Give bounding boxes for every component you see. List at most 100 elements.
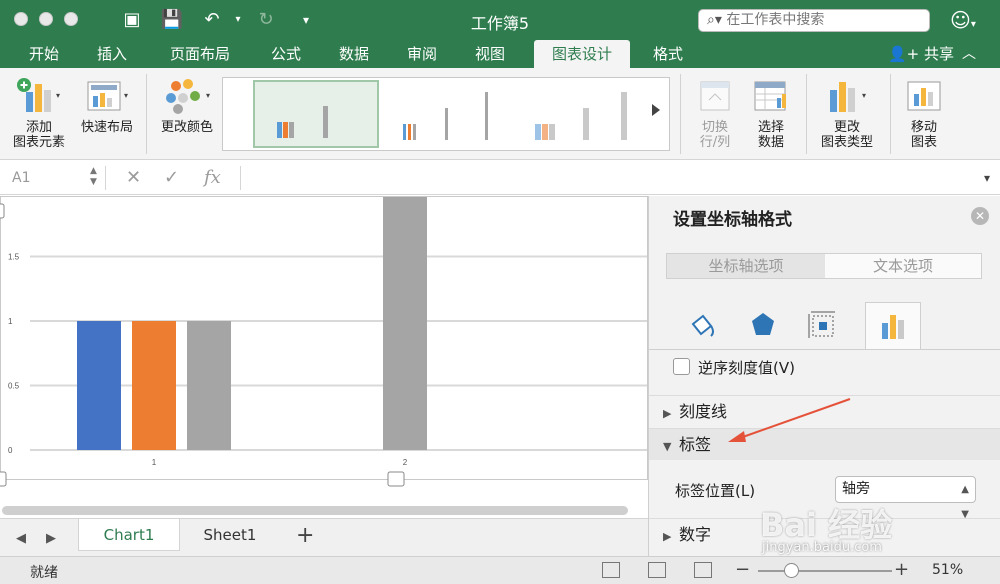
reverse-order-label: 逆序刻度值(V): [698, 359, 795, 377]
axis-options-tab[interactable]: 坐标轴选项: [667, 254, 825, 278]
feedback-smiley-icon[interactable]: ☺▾: [950, 8, 976, 32]
switch-row-column-button[interactable]: 切换 行/列: [690, 76, 740, 150]
close-pane-icon[interactable]: ✕: [971, 207, 989, 225]
section-tick-marks[interactable]: ▶ 刻度线: [649, 395, 1000, 427]
share-button[interactable]: 👤+ 共享: [888, 40, 954, 68]
y-tick-label: 0.5: [8, 382, 20, 391]
paint-bucket-icon: [691, 314, 714, 337]
fill-line-tab[interactable]: [675, 302, 731, 350]
effects-tab[interactable]: [735, 302, 791, 350]
add-chart-element-label-2: 图表元素: [12, 135, 65, 150]
page-layout-view-icon[interactable]: [648, 562, 666, 578]
tab-chart-design[interactable]: 图表设计: [534, 40, 630, 68]
move-chart-label-1: 移动: [910, 120, 937, 135]
size-properties-icon: [808, 311, 835, 338]
section-labels[interactable]: ▼ 标签: [649, 428, 1000, 460]
next-sheet-icon[interactable]: ▶: [46, 531, 56, 546]
name-box[interactable]: A1 ▲ ▼: [6, 166, 106, 190]
svg-text:▾: ▾: [124, 91, 128, 100]
section-tick-marks-label: 刻度线: [679, 402, 728, 421]
sidebar-toggle-icon[interactable]: ▣: [120, 8, 144, 32]
reverse-order-checkbox[interactable]: [673, 358, 690, 375]
switch-row-column-icon: [695, 76, 735, 116]
chart-style-3[interactable]: [523, 80, 649, 148]
zoom-out-button[interactable]: −: [735, 559, 750, 580]
tab-review[interactable]: 审阅: [398, 40, 446, 68]
formula-input[interactable]: [240, 166, 980, 190]
tab-insert[interactable]: 插入: [86, 40, 138, 68]
cancel-formula-icon[interactable]: ✕: [126, 166, 141, 190]
tab-data[interactable]: 数据: [330, 40, 378, 68]
collapse-ribbon-icon[interactable]: ︿: [962, 40, 976, 68]
search-placeholder: 在工作表中搜索: [726, 12, 825, 28]
zoom-slider[interactable]: [758, 570, 892, 572]
move-chart-button[interactable]: 移动 图表: [898, 76, 950, 150]
option-icon-tabs: [675, 302, 975, 350]
label-position-label: 标签位置(L): [675, 482, 756, 500]
page-break-view-icon[interactable]: [694, 562, 712, 578]
add-chart-element-button[interactable]: ▾ 添加 图表元素: [8, 76, 70, 150]
tab-page-layout[interactable]: 页面布局: [155, 40, 245, 68]
select-data-label-2: 数据: [757, 135, 784, 150]
confirm-formula-icon[interactable]: ✓: [164, 166, 179, 190]
redo-icon[interactable]: ↻: [254, 8, 278, 32]
undo-icon[interactable]: ↶: [200, 8, 224, 32]
collapse-triangle-icon: ▼: [663, 440, 672, 453]
window-close-button[interactable]: [14, 12, 28, 26]
label-position-value: 轴旁: [842, 481, 870, 497]
bar: [187, 321, 231, 450]
chart-styles-gallery[interactable]: [222, 77, 670, 151]
ribbon-separator: [890, 74, 891, 154]
undo-dropdown-icon[interactable]: ▾: [226, 8, 250, 32]
ribbon-separator: [806, 74, 807, 154]
prev-sheet-icon[interactable]: ◀: [16, 531, 26, 546]
tab-format[interactable]: 格式: [642, 40, 694, 68]
zoom-slider-thumb[interactable]: [784, 563, 799, 578]
save-icon[interactable]: 💾: [160, 8, 184, 32]
gallery-scroll-right-icon[interactable]: [652, 104, 660, 116]
sheet-tab-chart1[interactable]: Chart1: [78, 519, 180, 551]
expand-triangle-icon: ▶: [663, 530, 672, 543]
label-position-select[interactable]: 轴旁 ▲ ▼: [835, 476, 976, 520]
change-chart-type-button[interactable]: ▾ 更改 图表类型: [814, 76, 880, 150]
insert-function-button[interactable]: fx: [204, 166, 221, 190]
svg-text:▾: ▾: [862, 91, 866, 100]
window-zoom-button[interactable]: [64, 12, 78, 26]
y-tick-label: 1: [8, 317, 13, 326]
name-box-stepper-icon[interactable]: ▲ ▼: [90, 166, 97, 188]
zoom-in-button[interactable]: +: [894, 559, 909, 580]
add-sheet-button[interactable]: +: [296, 523, 314, 549]
expand-triangle-icon: ▶: [663, 407, 672, 420]
size-properties-tab[interactable]: [795, 302, 851, 350]
search-input[interactable]: ⌕▾ 在工作表中搜索: [698, 9, 930, 32]
axis-options-icon-tab[interactable]: [865, 302, 921, 350]
quick-layout-button[interactable]: ▾ 快速布局: [76, 76, 138, 135]
change-chart-type-icon: ▾: [822, 76, 872, 116]
chart-style-1[interactable]: [253, 80, 379, 148]
quick-layout-label: 快速布局: [80, 120, 133, 135]
watermark-url: jingyan.baidu.com: [762, 540, 882, 555]
chart-sheet[interactable]: 0 0.5 1 1.5 1 2: [0, 196, 648, 516]
window-minimize-button[interactable]: [39, 12, 53, 26]
svg-text:▾: ▾: [56, 91, 60, 100]
chart-style-2[interactable]: [389, 80, 515, 148]
horizontal-scrollbar[interactable]: [0, 502, 648, 518]
tab-view[interactable]: 视图: [466, 40, 514, 68]
formula-expand-icon[interactable]: ▾: [984, 171, 990, 185]
pane-divider: [649, 349, 1000, 350]
change-chart-type-label-1: 更改: [833, 120, 860, 135]
change-chart-type-label-2: 图表类型: [820, 135, 873, 150]
bar-chart-icon: [882, 315, 904, 339]
normal-view-icon[interactable]: [602, 562, 620, 578]
horizontal-scrollbar-thumb[interactable]: [2, 506, 628, 515]
select-data-button[interactable]: 选择 数据: [746, 76, 796, 150]
text-options-tab[interactable]: 文本选项: [825, 254, 981, 278]
search-icon: ⌕▾: [707, 12, 722, 28]
change-colors-button[interactable]: ▾ 更改颜色: [156, 76, 218, 135]
bar-chart[interactable]: 0 0.5 1 1.5 1 2: [0, 196, 648, 502]
tab-home[interactable]: 开始: [18, 40, 70, 68]
sheet-tab-sheet1[interactable]: Sheet1: [180, 519, 280, 551]
tab-formulas[interactable]: 公式: [262, 40, 310, 68]
customize-toolbar-icon[interactable]: ▾: [294, 8, 318, 32]
resize-handle: [387, 471, 405, 487]
